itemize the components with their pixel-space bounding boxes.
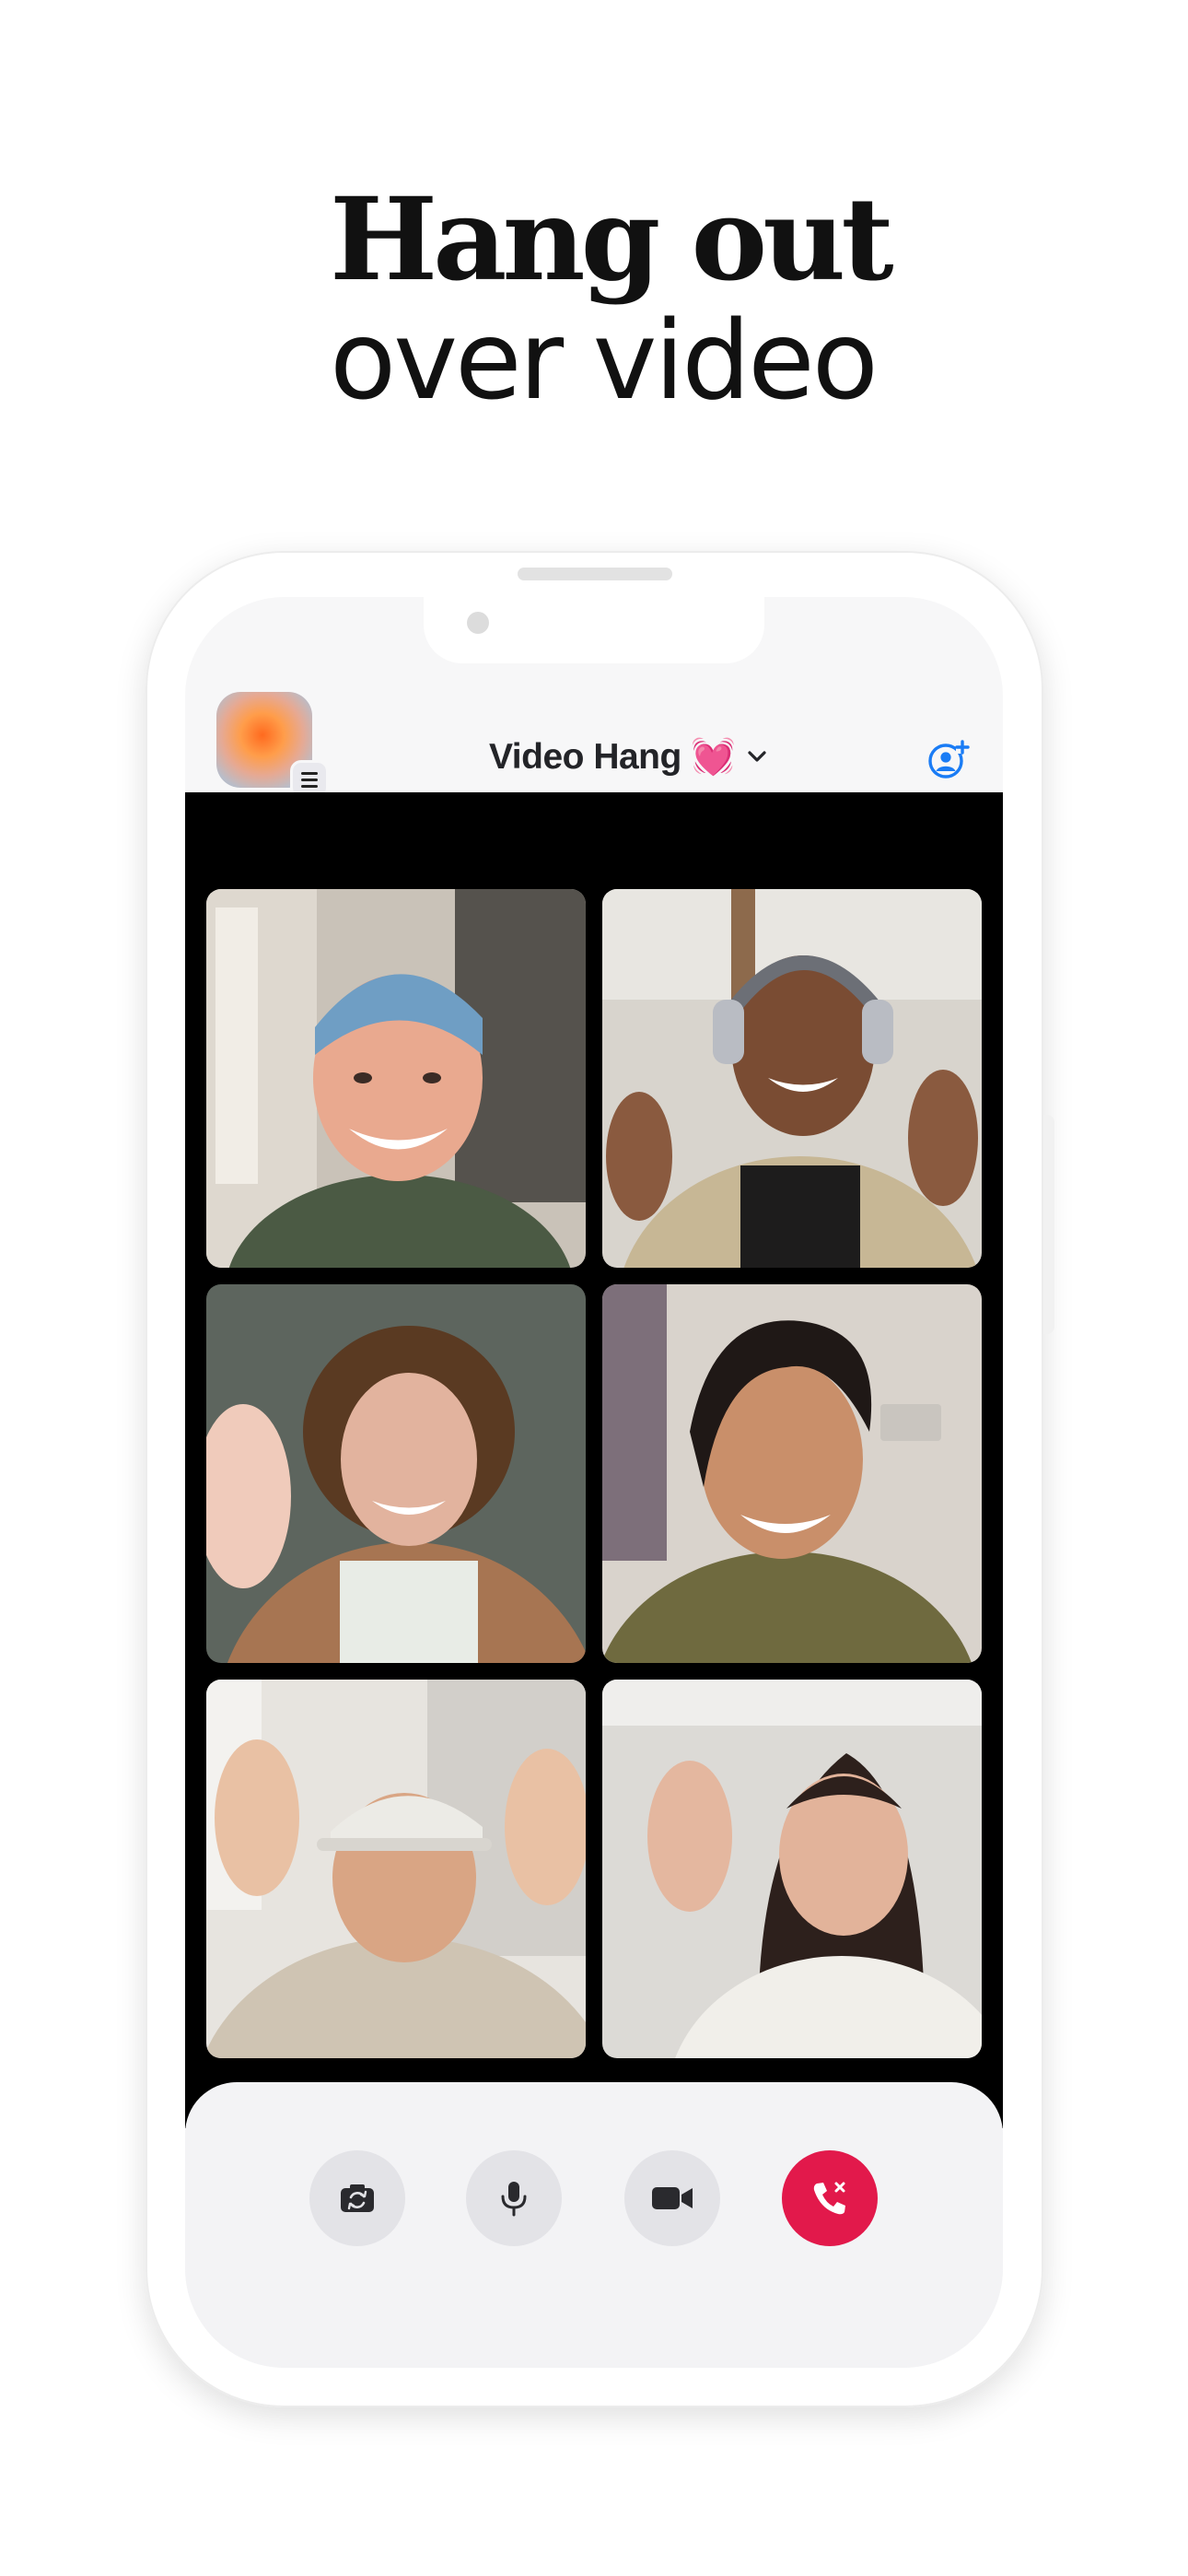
participant-video bbox=[602, 1680, 982, 2058]
call-controls-bar bbox=[185, 2082, 1003, 2368]
participant-video-tile[interactable] bbox=[602, 1284, 982, 1663]
phone-speaker bbox=[518, 568, 672, 580]
participant-video-tile[interactable] bbox=[206, 889, 586, 1268]
marketing-headline: Hang out over video bbox=[330, 173, 894, 424]
call-title: Video Hang 💓 bbox=[489, 737, 736, 777]
participant-video-tile[interactable] bbox=[602, 1680, 982, 2058]
video-toggle-button[interactable] bbox=[624, 2150, 720, 2246]
phone-hangup-icon bbox=[813, 2182, 845, 2215]
chevron-down-icon bbox=[748, 751, 766, 762]
participant-grid bbox=[206, 889, 983, 2059]
participant-video bbox=[602, 889, 982, 1268]
participant-video bbox=[206, 1284, 586, 1663]
microphone-button[interactable] bbox=[466, 2150, 562, 2246]
participant-video-tile[interactable] bbox=[206, 1284, 586, 1663]
person-add-icon[interactable] bbox=[926, 737, 970, 781]
call-title-dropdown[interactable]: Video Hang 💓 bbox=[489, 726, 770, 787]
flip-camera-button[interactable] bbox=[309, 2150, 405, 2246]
camera-flip-icon bbox=[341, 2184, 374, 2212]
video-grid-area bbox=[185, 792, 1003, 2128]
participant-video bbox=[602, 1284, 982, 1663]
microphone-icon bbox=[501, 2182, 527, 2217]
phone-notch bbox=[424, 597, 764, 663]
participant-video-tile[interactable] bbox=[602, 889, 982, 1268]
phone-screen: Video Hang 💓 bbox=[185, 597, 1003, 2368]
front-camera bbox=[467, 612, 489, 634]
headline-line-1: Hang out bbox=[330, 173, 894, 307]
participant-video bbox=[206, 1680, 586, 2058]
end-call-button[interactable] bbox=[782, 2150, 878, 2246]
participant-video bbox=[206, 889, 586, 1268]
phone-frame: Video Hang 💓 bbox=[146, 551, 1054, 2407]
participant-video-tile[interactable] bbox=[206, 1680, 586, 2058]
video-camera-icon bbox=[652, 2187, 693, 2209]
headline-line-2: over video bbox=[330, 297, 879, 424]
call-header: Video Hang 💓 bbox=[185, 663, 1003, 799]
phone-side-button bbox=[1043, 1115, 1054, 1334]
